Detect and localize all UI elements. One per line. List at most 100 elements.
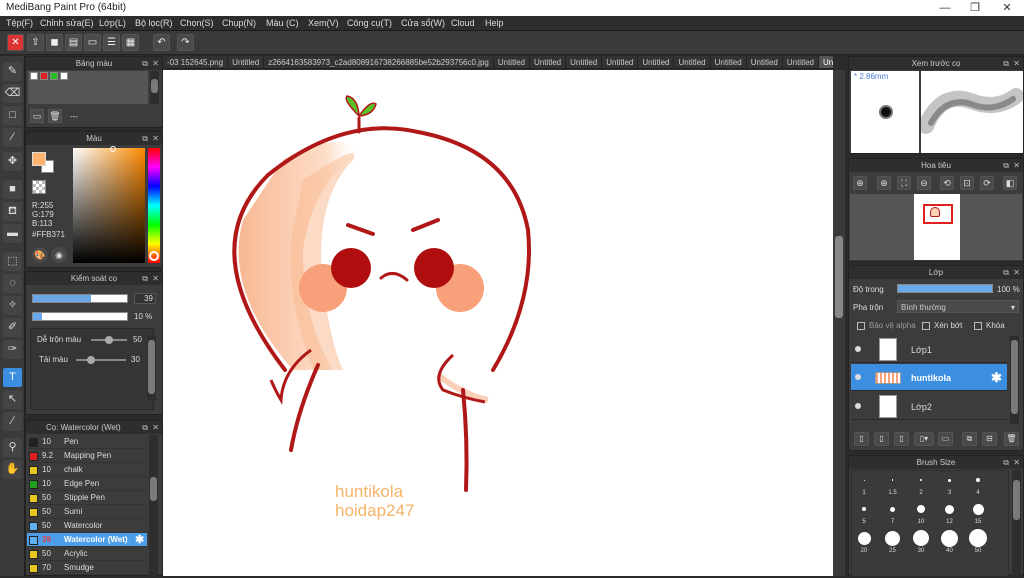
palette-scrollbar[interactable] (150, 71, 159, 104)
document-tab[interactable]: Untitled (638, 56, 675, 68)
document-tab[interactable]: Untitled (228, 56, 265, 68)
brush-item[interactable]: 10 chalk (27, 463, 147, 477)
brush-size-option[interactable] (945, 504, 954, 514)
document-tab[interactable]: Untitled (602, 56, 639, 68)
document-tab[interactable]: z2664163583973_c2ad808916738266885be52b2… (264, 56, 494, 68)
brush-size-option[interactable] (913, 530, 929, 546)
select-tool-icon[interactable]: ⬚ (3, 252, 22, 271)
maximize-button[interactable]: ❐ (960, 0, 990, 16)
visibility-icon[interactable] (855, 346, 861, 352)
brush-item[interactable]: 50 Acrylic (27, 547, 147, 561)
palette-swatch[interactable] (30, 72, 38, 80)
brush-control-scrollbar[interactable] (147, 336, 156, 400)
brush-size-scrollbar[interactable] (1012, 470, 1021, 577)
document-tab[interactable]: Untitled (711, 56, 747, 68)
brush-size-option[interactable] (885, 530, 900, 546)
brush-size-option[interactable] (863, 479, 865, 481)
panel-close-icon[interactable]: ✕ (1013, 57, 1020, 70)
menu-help[interactable]: Help (485, 18, 504, 28)
color-picker-icon[interactable]: ◉ (51, 247, 67, 263)
comment-icon[interactable]: ◼ (46, 34, 63, 51)
menu-cloud[interactable]: Cloud (451, 18, 475, 28)
document-tab[interactable]: Untitled (530, 56, 567, 68)
new-palette-icon[interactable]: ▭ (30, 109, 44, 123)
visibility-icon[interactable] (855, 403, 861, 409)
brush-opacity-slider[interactable] (32, 312, 128, 321)
select-eraser-icon[interactable]: ✑ (3, 340, 22, 359)
panel-popout-icon[interactable]: ⧉ (142, 57, 148, 70)
document-tab[interactable]: Untitled (674, 56, 711, 68)
close-canvas-icon[interactable]: ✕ (7, 34, 24, 51)
color-saturation-square[interactable] (73, 146, 145, 263)
hue-slider[interactable] (148, 148, 160, 263)
panel-popout-icon[interactable]: ⧉ (1003, 266, 1009, 279)
brush-size-value[interactable]: 39 (134, 293, 156, 304)
hand-tool-icon[interactable]: ✋ (3, 460, 22, 479)
document-tab[interactable]: Untitled (783, 56, 819, 68)
document-tab-active[interactable]: Untitled (818, 56, 833, 68)
brush-item[interactable]: 10 Edge Pen (27, 477, 147, 491)
blend-slider[interactable] (91, 336, 127, 344)
brush-list-scrollbar[interactable] (149, 435, 158, 577)
brush-item[interactable]: 9.2 Mapping Pen (27, 449, 147, 463)
visibility-icon[interactable] (855, 374, 861, 380)
menu-capture[interactable]: Chụp(N) (222, 18, 256, 28)
brush-item[interactable]: 70 Smudge (27, 561, 147, 575)
bucket-tool-icon[interactable]: ⛾ (3, 202, 22, 221)
duplicate-layer-icon[interactable]: ⧉ (962, 432, 977, 446)
close-window-button[interactable]: ✕ (992, 0, 1022, 16)
brush-size-option[interactable] (857, 531, 871, 545)
add-layer-dropdown-icon[interactable]: ▯▾ (914, 432, 934, 446)
brush-size-slider[interactable] (32, 294, 128, 303)
document-tab[interactable]: Untitled (747, 56, 783, 68)
panel-popout-icon[interactable]: ⧉ (1003, 159, 1009, 172)
palette-swatch[interactable] (50, 72, 58, 80)
blend-mode-select[interactable]: Bình thường ▾ (897, 300, 1019, 313)
eyedropper-tool-icon[interactable]: ⚲ (3, 438, 22, 457)
protect-alpha-checkbox[interactable] (857, 322, 865, 330)
menu-filter[interactable]: Bộ lọc(R) (135, 18, 173, 28)
rotate-left-icon[interactable]: ⟲ (940, 176, 954, 190)
menu-layer[interactable]: Lớp(L) (99, 18, 126, 28)
document-tab[interactable]: Untitled (494, 56, 530, 68)
gradient-tool-icon[interactable]: ▬ (3, 224, 22, 243)
foreground-color-swatch[interactable] (32, 152, 46, 166)
zoom-in-icon[interactable]: ⊕ (853, 176, 867, 190)
delete-palette-icon[interactable]: 🗑 (48, 109, 62, 123)
brush-settings-gear-icon[interactable]: ✱ (135, 533, 144, 547)
fit-screen-icon[interactable]: ⛶ (897, 176, 911, 190)
layer-list-scrollbar[interactable] (1010, 336, 1019, 424)
menu-view[interactable]: Xem(V) (308, 18, 339, 28)
fit-window-icon[interactable]: ⊡ (960, 176, 974, 190)
page-icon[interactable]: ▭ (84, 34, 101, 51)
panel-close-icon[interactable]: ✕ (1013, 159, 1020, 172)
delete-layer-icon[interactable]: 🗑 (1004, 432, 1019, 446)
brush-size-option[interactable] (976, 478, 980, 482)
lock-checkbox[interactable] (974, 322, 982, 330)
minimize-button[interactable]: — (930, 0, 960, 16)
fill-rect-icon[interactable]: ■ (3, 180, 22, 199)
menu-window[interactable]: Cửa sổ(W) (401, 18, 445, 28)
zoom-out-icon[interactable]: ⊖ (917, 176, 931, 190)
zoom-in-alt-icon[interactable]: ⊕ (877, 176, 891, 190)
brush-size-option[interactable] (969, 529, 987, 547)
dot-brush-icon[interactable]: ⁄ (3, 128, 22, 147)
brush-size-option[interactable] (948, 478, 951, 482)
transparent-color-icon[interactable] (32, 180, 46, 194)
menu-edit[interactable]: Chỉnh sửa(E) (40, 18, 94, 28)
move-tool-icon[interactable]: ✥ (3, 152, 22, 171)
flip-icon[interactable]: ◧ (1003, 176, 1017, 190)
panel-popout-icon[interactable]: ⧉ (142, 132, 148, 145)
brush-item-selected[interactable]: 39 Watercolor (Wet) ✱ (27, 533, 147, 547)
panel-popout-icon[interactable]: ⧉ (142, 272, 148, 285)
select-pen-icon[interactable]: ✐ (3, 318, 22, 337)
redo-icon[interactable]: ↷ (177, 34, 194, 51)
chat-icon[interactable]: ▤ (65, 34, 82, 51)
new-halftone-layer-icon[interactable]: ▯ (874, 432, 889, 446)
panel-close-icon[interactable]: ✕ (1013, 456, 1020, 469)
layer-row[interactable]: Lớp1 (851, 336, 1007, 363)
rectangle-select-icon[interactable]: □ (3, 106, 22, 125)
panel-close-icon[interactable]: ✕ (152, 272, 159, 285)
menu-select[interactable]: Chọn(S) (180, 18, 214, 28)
panel-close-icon[interactable]: ✕ (1013, 266, 1020, 279)
